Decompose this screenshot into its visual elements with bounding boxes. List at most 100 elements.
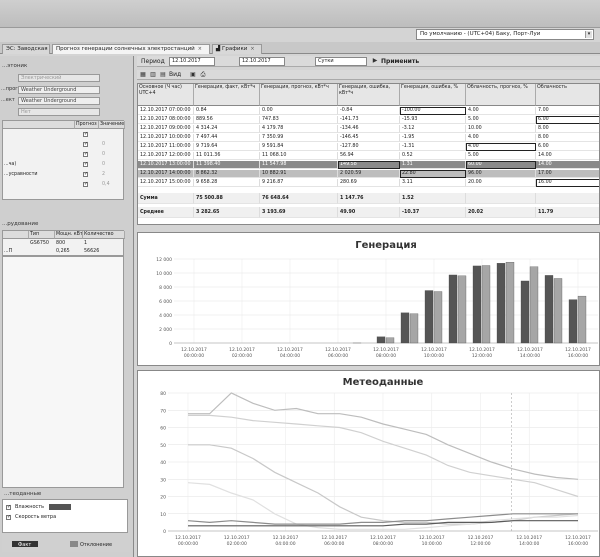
table-cell[interactable]: -15.93 — [400, 116, 466, 124]
table-cell[interactable]: 4 179.78 — [260, 125, 338, 133]
table-cell[interactable]: 4.00 — [466, 134, 536, 142]
table-cell[interactable]: 10.00 — [466, 125, 536, 133]
forecast-provider-field[interactable]: Weather Underground — [18, 86, 100, 94]
table-cell[interactable]: 14.00 — [536, 152, 599, 160]
param-checkbox[interactable]: ✓ — [83, 162, 88, 167]
table-cell[interactable]: 1.31 — [400, 161, 466, 169]
tab-forecast[interactable]: Прогноз генерации солнечных электростанц… — [52, 44, 210, 54]
table-cell[interactable]: 7 350.99 — [260, 134, 338, 142]
tab-station[interactable]: ЭС: Заводская× — [2, 44, 50, 54]
table-cell[interactable]: 3.11 — [400, 179, 466, 187]
table-cell[interactable]: 12.10.2017 15:00:00 — [138, 179, 194, 187]
table-cell[interactable]: 22.80 — [400, 170, 466, 178]
legend-humidity-checkbox[interactable]: ✓ — [6, 505, 11, 510]
table-cell[interactable]: 10 882.91 — [260, 170, 338, 178]
table-cell[interactable]: 60.00 — [466, 161, 536, 169]
table-cell[interactable]: -1.95 — [400, 134, 466, 142]
table-cell[interactable]: 2 020.59 — [338, 170, 400, 178]
table-cell[interactable]: 16.00 — [536, 179, 599, 187]
print-icon[interactable]: ⎙ — [199, 71, 207, 79]
table-cell[interactable]: -100.00 — [400, 107, 466, 115]
extra-field[interactable]: Нет — [18, 108, 100, 116]
table-cell[interactable]: 9 719.64 — [194, 143, 260, 151]
table-cell[interactable]: 8.00 — [536, 125, 599, 133]
table-cell[interactable]: 11 011.36 — [194, 152, 260, 160]
param-checkbox[interactable]: ✓ — [83, 172, 88, 177]
param-value[interactable]: 0 — [101, 141, 125, 148]
table-cell[interactable]: 11 547.98 — [260, 161, 338, 169]
table-cell[interactable]: 17.00 — [536, 170, 599, 178]
param-value[interactable]: 0 — [101, 161, 125, 168]
table-cell[interactable]: 6.00 — [536, 116, 599, 124]
object-provider-field[interactable]: Weather Underground — [18, 97, 100, 105]
param-value[interactable]: 2 — [101, 171, 125, 178]
table-cell[interactable]: 9 216.87 — [260, 179, 338, 187]
table-cell[interactable]: 12.10.2017 09:00:00 — [138, 125, 194, 133]
table-cell[interactable]: 12.10.2017 12:00:00 — [138, 152, 194, 160]
table-cell[interactable]: 7.00 — [536, 107, 599, 115]
x-tick-label: 12.10.2017 — [370, 535, 396, 541]
param-value[interactable]: 0 — [101, 151, 125, 158]
table-cell[interactable]: 149.58 — [338, 161, 400, 169]
table-cell[interactable]: 9 591.84 — [260, 143, 338, 151]
grid-icon[interactable]: ▦ — [139, 71, 147, 79]
param-checkbox[interactable]: ✓ — [83, 182, 88, 187]
table-cell[interactable]: 8 862.32 — [194, 170, 260, 178]
granularity-select[interactable]: Сутки — [315, 57, 367, 66]
table-cell[interactable]: -141.73 — [338, 116, 400, 124]
table-cell[interactable]: 12.10.2017 07:00:00 — [138, 107, 194, 115]
param-checkbox[interactable]: ✓ — [83, 142, 88, 147]
table-cell[interactable]: 9 658.28 — [194, 179, 260, 187]
table-cell[interactable]: 5.00 — [466, 152, 536, 160]
table-cell[interactable]: 5.00 — [466, 116, 536, 124]
table-cell[interactable]: -1.31 — [400, 143, 466, 151]
param-checkbox[interactable]: ✓ — [83, 152, 88, 157]
table-cell[interactable]: 11 068.10 — [260, 152, 338, 160]
table-cell[interactable]: 11 398.40 — [194, 161, 260, 169]
play-icon[interactable]: ▶ — [371, 57, 379, 65]
table-cell[interactable]: 889.56 — [194, 116, 260, 124]
date-from-input[interactable]: 12.10.2017 — [169, 57, 215, 66]
table-cell[interactable]: 0.00 — [260, 107, 338, 115]
table-cell[interactable]: 0.84 — [194, 107, 260, 115]
table-cell[interactable]: 12.10.2017 10:00:00 — [138, 134, 194, 142]
param-value[interactable] — [101, 131, 125, 138]
table-cell[interactable]: 4.00 — [466, 143, 536, 151]
param-value[interactable]: 0,4 — [101, 181, 125, 188]
close-icon[interactable]: × — [198, 46, 202, 52]
table-cell[interactable]: -0.84 — [338, 107, 400, 115]
table-cell[interactable]: 280.69 — [338, 179, 400, 187]
table-cell[interactable]: 12.10.2017 14:00:00 — [138, 170, 194, 178]
x-tick-label: 10:00:00 — [424, 353, 444, 359]
table-cell[interactable]: 56.94 — [338, 152, 400, 160]
table-cell[interactable]: -146.45 — [338, 134, 400, 142]
export-icon[interactable]: ▣ — [189, 71, 197, 79]
source-field[interactable]: Электрический — [18, 74, 100, 82]
table-cell[interactable]: 4.00 — [466, 107, 536, 115]
table-cell[interactable]: -3.12 — [400, 125, 466, 133]
chart-icon[interactable]: ▥ — [149, 71, 157, 79]
table-cell[interactable]: 14.00 — [536, 161, 599, 169]
view-menu[interactable]: Вид — [169, 71, 181, 78]
table-cell[interactable]: 6.00 — [536, 143, 599, 151]
table-cell[interactable]: 12.10.2017 08:00:00 — [138, 116, 194, 124]
apply-button[interactable]: Применить — [381, 58, 419, 65]
table-cell[interactable]: 7 497.44 — [194, 134, 260, 142]
table-cell[interactable]: 96.00 — [466, 170, 536, 178]
table-cell[interactable]: 12.10.2017 11:00:00 — [138, 143, 194, 151]
table-cell[interactable]: 747.83 — [260, 116, 338, 124]
param-checkbox[interactable]: ✓ — [83, 132, 88, 137]
table-icon[interactable]: ▤ — [159, 71, 167, 79]
table-cell[interactable]: 8.00 — [536, 134, 599, 142]
table-cell[interactable]: 0.52 — [400, 152, 466, 160]
legend-wind-checkbox[interactable]: ✓ — [6, 515, 11, 520]
timezone-select[interactable]: По умолчанию - (UTC+04) Баку, Порт-Луи ▾ — [416, 29, 594, 40]
table-cell[interactable]: 12.10.2017 13:00:00 — [138, 161, 194, 169]
close-icon[interactable]: × — [250, 46, 254, 52]
tab-charts[interactable]: ▟ Графики × — [212, 44, 262, 54]
table-cell[interactable]: -134.46 — [338, 125, 400, 133]
table-cell[interactable]: 4 314.24 — [194, 125, 260, 133]
table-cell[interactable]: -127.80 — [338, 143, 400, 151]
table-cell[interactable]: 20.00 — [466, 179, 536, 187]
date-to-input[interactable]: 12.10.2017 — [239, 57, 285, 66]
